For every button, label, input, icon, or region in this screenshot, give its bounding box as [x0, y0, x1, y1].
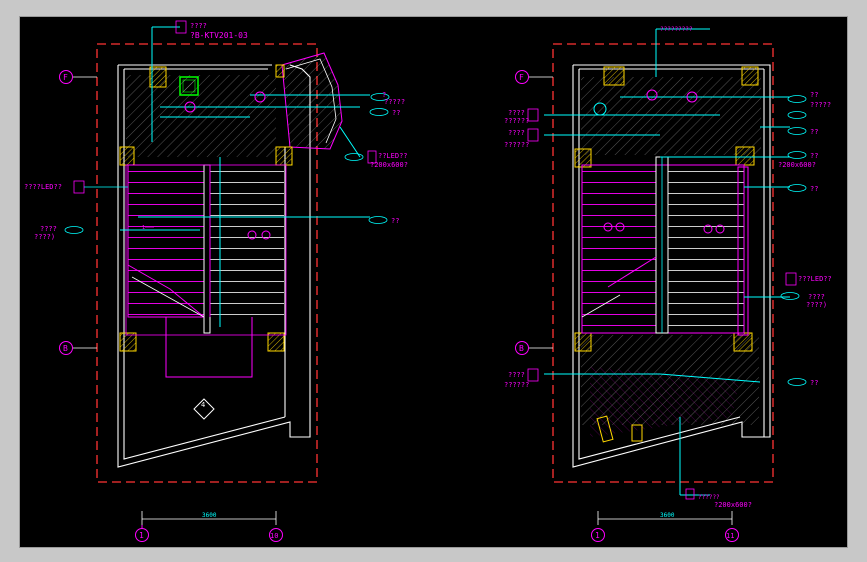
- right-plan: F B 3600 1 11 ????????? ???? ?????? ????…: [504, 26, 832, 542]
- right-tag-r3: ??: [810, 152, 818, 160]
- left-column-mr: [275, 146, 293, 166]
- left-title-tag: ????: [190, 22, 207, 30]
- left-tag-r3-b: ?200x600?: [370, 161, 408, 169]
- left-plan: 4 F B 3600 1 10 ???? ?B-KTV201-03 ? ????…: [24, 20, 408, 542]
- left-tag-r4: ??: [391, 217, 399, 225]
- left-grid-1: 1: [139, 531, 144, 540]
- right-bottom-b: ?200x600?: [714, 501, 752, 509]
- right-column-bl: [574, 332, 592, 352]
- left-tag-r1b: ?????: [384, 98, 405, 106]
- right-grid-b: B: [519, 344, 524, 353]
- right-tag-l1-a: ????: [508, 109, 525, 117]
- right-grid-11: 11: [726, 532, 734, 540]
- left-grid-f: F: [63, 73, 68, 82]
- left-tag-l2-a: ????: [40, 225, 57, 233]
- left-symbol-number: 4: [201, 401, 205, 409]
- right-dim-width: 3600: [660, 512, 675, 519]
- left-tag-r2: ??: [392, 109, 400, 117]
- right-tag-r5-b: ????: [808, 293, 825, 301]
- right-landing-hatch: [581, 77, 761, 155]
- right-grid-1: 1: [595, 531, 600, 540]
- right-tag-r4: ??: [810, 185, 818, 193]
- right-tag-r5-c: ????): [806, 301, 827, 309]
- left-column-ml: [119, 146, 135, 166]
- left-tag-r3-a: ??LED??: [378, 152, 408, 160]
- left-tag-l2-b: ????): [34, 233, 55, 241]
- left-tag-l1: ????LED??: [24, 183, 62, 191]
- right-tag-r1: ??: [810, 91, 818, 99]
- right-tag-l3-a: ????: [508, 371, 525, 379]
- right-tag-r5-a: ???LED??: [798, 275, 832, 283]
- left-column-tr: [275, 64, 285, 78]
- left-stair-flight-2: [210, 165, 284, 317]
- left-column-bl: [119, 332, 137, 352]
- right-column-ml: [574, 148, 592, 168]
- cad-viewport[interactable]: 4 F B 3600 1 10 ???? ?B-KTV201-03 ? ????…: [20, 17, 847, 547]
- left-stair-flight-1: [128, 165, 204, 317]
- right-tag-r6: ??: [810, 379, 818, 387]
- right-grid-f: F: [519, 73, 524, 82]
- left-column-br: [267, 332, 285, 352]
- cad-drawing: 4 F B 3600 1 10 ???? ?B-KTV201-03 ? ????…: [24, 20, 832, 542]
- right-tag-r2: ??: [810, 128, 818, 136]
- right-tag-l2-a: ????: [508, 129, 525, 137]
- left-stair-handrail: [203, 164, 211, 334]
- left-lower-landing: [165, 317, 253, 378]
- right-tag-l1-b: ??????: [504, 117, 529, 125]
- left-grid-b: B: [63, 344, 68, 353]
- right-top-note: ?????????: [660, 26, 693, 33]
- right-tag-l2-b: ??????: [504, 141, 529, 149]
- right-stair-flight-2: [668, 165, 744, 333]
- right-column-tl: [603, 66, 625, 86]
- right-tag-r1b: ?????: [810, 101, 831, 109]
- left-landing-hatch: [126, 75, 276, 157]
- right-column-mr: [735, 146, 755, 166]
- left-stair-mark: 1———: [142, 225, 155, 231]
- right-tag-l3-b: ??????: [504, 381, 529, 389]
- right-column-tr: [741, 66, 759, 86]
- right-bottom-a: ??????: [698, 494, 720, 501]
- right-column-br: [733, 332, 753, 352]
- left-grid-10: 10: [270, 532, 278, 540]
- right-tag-r3b: ?200x600?: [778, 161, 816, 169]
- left-dim-width: 3600: [202, 512, 217, 519]
- left-title-code: ?B-KTV201-03: [190, 31, 248, 40]
- right-stair-flight-1: [582, 165, 656, 333]
